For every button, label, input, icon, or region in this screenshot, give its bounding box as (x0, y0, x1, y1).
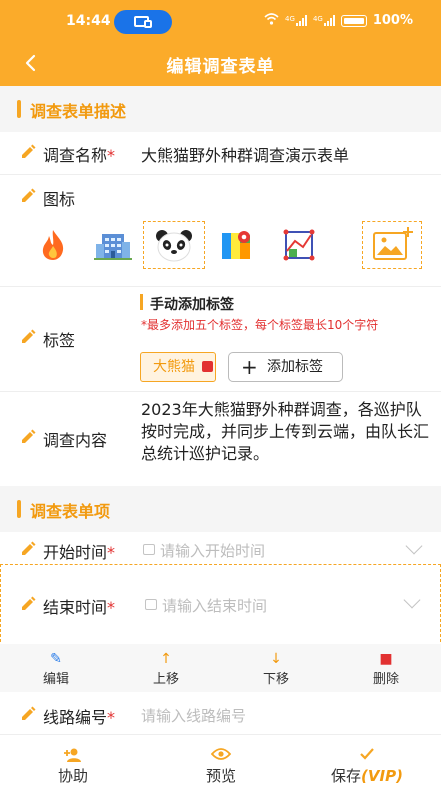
tags-label: 标签 (43, 331, 76, 350)
network-type-label: 4G (285, 15, 295, 23)
start-time-input[interactable]: 请输入开始时间 (160, 540, 265, 561)
assist-label: 协助 (57, 767, 88, 785)
status-indicators: 4G 4G 100% (264, 13, 413, 28)
pencil-icon (22, 144, 36, 158)
bottom-action-bar: 协助 预览 保存(VIP) (0, 734, 441, 791)
move-up-button[interactable]: ↑ 上移 (136, 644, 196, 692)
item-toolbar: ✎ 编辑 ↑ 上移 ↓ 下移 ■ 删除 (0, 644, 441, 692)
edit-button[interactable]: ✎ 编辑 (26, 644, 86, 692)
section-accent-bar (17, 500, 21, 518)
screen-cast-icon-overlay (144, 20, 152, 28)
section-header-items: 调查表单项 (0, 486, 441, 532)
pencil-icon (22, 596, 36, 610)
signal-icon: 4G (285, 15, 307, 26)
icon-field-label: 图标 (43, 190, 76, 209)
survey-content-label: 调查内容 (43, 431, 108, 450)
move-down-button[interactable]: ↓ 下移 (246, 644, 306, 692)
status-time: 14:44 (66, 13, 111, 29)
tag-hint: *最多添加五个标签，每个标签最长10个字符 (141, 318, 379, 332)
pencil-icon (22, 188, 36, 202)
preview-button[interactable]: 预览 (186, 735, 256, 791)
battery-percent: 100% (372, 13, 413, 28)
delete-label: 删除 (372, 672, 399, 687)
eye-icon (186, 747, 256, 763)
section-accent-bar (17, 100, 21, 118)
nav-bar: 编辑调查表单 (0, 42, 441, 86)
calendar-icon (145, 599, 157, 610)
check-icon (322, 747, 412, 763)
survey-name-input[interactable]: 大熊猫野外种群调查演示表单 (141, 142, 349, 166)
battery-icon (340, 14, 367, 27)
assist-button[interactable]: 协助 (38, 735, 108, 791)
status-bar: 14:44 4G 4G 100% (0, 0, 441, 42)
tag-chip[interactable]: 大熊猫 (140, 352, 216, 382)
end-time-label-text: 结束时间 (43, 598, 108, 617)
start-time-label: 开始时间* (43, 539, 115, 563)
chart-icon[interactable] (268, 221, 330, 269)
add-tag-button[interactable]: + 添加标签 (228, 352, 343, 382)
route-number-label: 线路编号* (43, 704, 115, 728)
delete-tag-icon[interactable] (202, 361, 213, 372)
edit-label: 编辑 (42, 672, 69, 687)
pencil-icon (22, 429, 36, 443)
tag-mode-accent-bar (140, 294, 143, 310)
pencil-icon (22, 706, 36, 720)
divider (0, 391, 441, 392)
trash-icon: ■ (379, 651, 393, 667)
add-user-icon (38, 747, 108, 763)
delete-button[interactable]: ■ 删除 (356, 644, 416, 692)
tag-chip-label: 大熊猫 (153, 359, 195, 375)
save-label: 保存 (331, 767, 362, 785)
pencil-icon (22, 329, 36, 343)
survey-content-input[interactable]: 2023年大熊猫野外种群调查，各巡护队按时完成，并同步上传到云端，由队长汇总统计… (141, 399, 431, 465)
vip-badge: (VIP) (361, 767, 403, 785)
fire-icon[interactable] (22, 221, 84, 269)
route-number-input[interactable]: 请输入线路编号 (141, 705, 246, 726)
survey-name-label: 调查名称* (43, 142, 115, 166)
add-tag-label: 添加标签 (267, 359, 323, 375)
panda-icon[interactable] (143, 221, 205, 269)
move-down-label: 下移 (262, 672, 289, 687)
required-mark: * (107, 543, 116, 562)
screen-cast-pill[interactable] (114, 10, 172, 34)
plus-icon: + (241, 355, 258, 379)
edit-icon: ✎ (50, 651, 62, 667)
section-title: 调查表单项 (30, 502, 111, 521)
page-title: 编辑调查表单 (166, 57, 275, 77)
end-time-label: 结束时间* (43, 594, 115, 618)
tag-mode-title: 手动添加标签 (150, 297, 234, 313)
divider (0, 286, 441, 287)
section-header-description: 调查表单描述 (0, 86, 441, 132)
required-mark: * (107, 708, 116, 727)
save-button[interactable]: 保存(VIP) (322, 735, 412, 791)
divider (0, 174, 441, 175)
building-icon[interactable] (82, 221, 144, 269)
preview-label: 预览 (205, 767, 236, 785)
chevron-down-icon[interactable] (405, 537, 423, 555)
start-time-label-text: 开始时间 (43, 543, 108, 562)
pencil-icon (22, 541, 36, 555)
end-time-input[interactable]: 请输入结束时间 (162, 595, 267, 616)
map-icon[interactable] (206, 221, 268, 269)
required-mark: * (107, 598, 116, 617)
form-content[interactable]: 调查表单描述 调查名称* 大熊猫野外种群调查演示表单 图标 标签 手动添加标签 … (0, 86, 441, 734)
calendar-icon (143, 544, 155, 555)
save-label-wrap: 保存(VIP) (322, 765, 412, 786)
network-type-label-2: 4G (312, 15, 323, 23)
wifi-icon (264, 13, 279, 28)
add-image-icon[interactable] (362, 221, 422, 269)
signal-icon-2: 4G (313, 15, 335, 26)
move-up-label: 上移 (152, 672, 179, 687)
required-mark: * (107, 146, 116, 165)
survey-name-label-text: 调查名称 (43, 146, 108, 165)
route-number-label-text: 线路编号 (43, 708, 108, 727)
section-title: 调查表单描述 (30, 102, 127, 121)
arrow-down-icon: ↓ (270, 651, 282, 667)
app-header: 14:44 4G 4G 100% 编辑调查表单 (0, 0, 441, 86)
arrow-up-icon: ↑ (160, 651, 172, 667)
